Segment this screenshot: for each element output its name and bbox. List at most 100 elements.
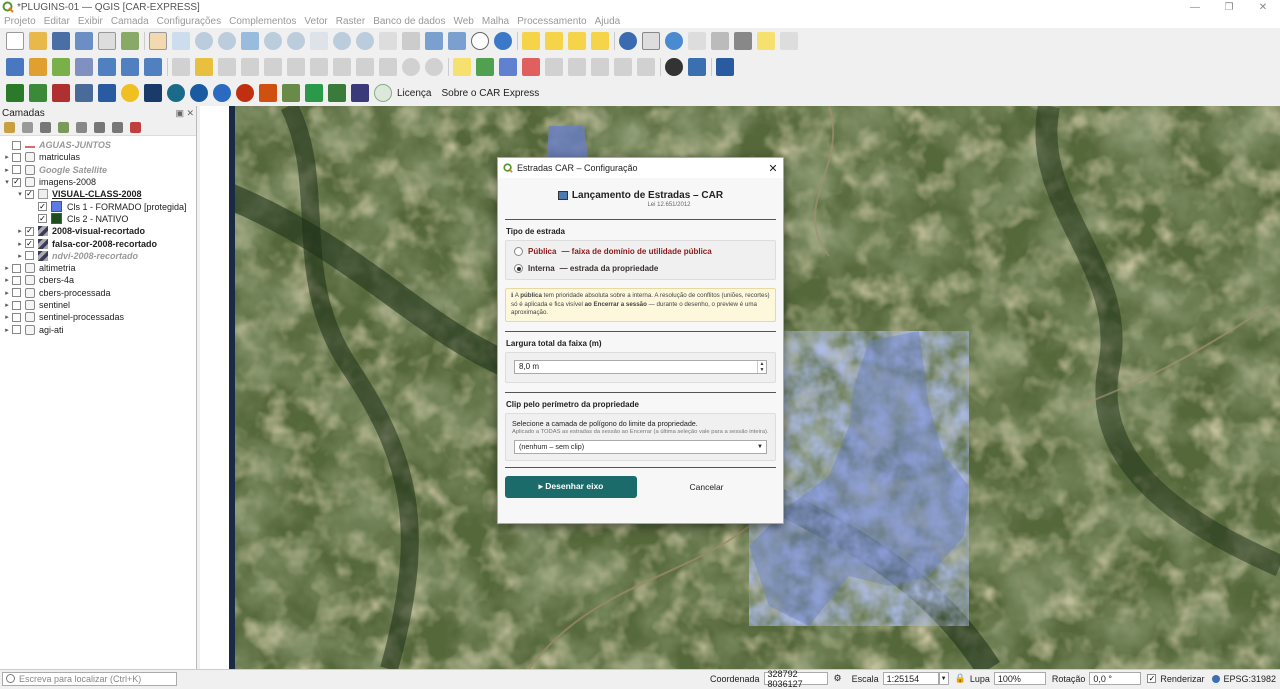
layer-row[interactable]: ▸ sentinel [0,299,196,311]
car-flame-icon[interactable] [259,84,277,102]
new-geopackage-icon[interactable] [29,58,47,76]
label-move-icon[interactable] [545,58,563,76]
save-as-icon[interactable] [75,32,93,50]
menu-configuracoes[interactable]: Configurações [157,16,221,27]
car-fire-icon[interactable] [236,84,254,102]
locate-icon[interactable] [780,32,798,50]
rotation-field[interactable]: 0,0 ° [1089,672,1142,685]
zoom-next-icon[interactable] [356,32,374,50]
menu-vetor[interactable]: Vetor [304,16,327,27]
crs-button[interactable]: EPSG:31982 [1223,674,1276,684]
manage-themes-icon[interactable] [40,122,51,133]
radio-publica-button[interactable] [514,247,523,256]
pan-to-selection-icon[interactable] [172,32,190,50]
expand-arrow-icon[interactable]: ▸ [2,301,12,309]
modify-attributes-icon[interactable] [287,58,305,76]
layer-visibility-checkbox[interactable] [12,300,21,310]
toggle-editing-icon[interactable] [195,58,213,76]
label-change-icon[interactable] [591,58,609,76]
car-forest-icon[interactable] [328,84,346,102]
layer-row[interactable]: ▾ ✓ imagens-2008 [0,176,196,188]
layer-visibility-checkbox[interactable]: ✓ [38,214,47,224]
menu-editar[interactable]: Editar [44,16,70,27]
sobre-car-express-button[interactable]: Sobre o CAR Express [441,88,539,99]
layer-visibility-checkbox[interactable] [12,275,21,285]
layer-visibility-checkbox[interactable] [12,165,21,175]
layer-row[interactable]: ✓ Cls 2 - NATIVO [0,213,196,225]
layer-row[interactable]: ▸ sentinel-processadas [0,311,196,323]
plugin-globe-icon[interactable] [665,58,683,76]
radio-interna-button[interactable] [514,264,523,273]
licenca-button[interactable]: Licença [397,88,431,99]
expand-arrow-icon[interactable]: ▸ [15,227,25,235]
temporal-icon[interactable] [471,32,489,50]
cut-features-icon[interactable] [333,58,351,76]
zoom-full-icon[interactable] [241,32,259,50]
diagram-pin-icon[interactable] [614,58,632,76]
layer-row[interactable]: ▸ cbers-processada [0,287,196,299]
car-map-icon[interactable] [282,84,300,102]
digitize-icon[interactable] [241,58,259,76]
expand-arrow-icon[interactable]: ▾ [15,190,25,198]
vertex-tool-icon[interactable] [264,58,282,76]
clip-layer-select[interactable]: (nenhum – sem clip) ▼ [514,439,767,454]
radio-publica[interactable]: Pública — faixa de domínio de utilidade … [506,243,775,260]
minimize-icon[interactable]: — [1178,2,1212,13]
menu-exibir[interactable]: Exibir [78,16,103,27]
new-project-icon[interactable] [6,32,24,50]
add-raster-icon[interactable] [121,58,139,76]
close-window-icon[interactable]: ✕ [1246,2,1280,13]
current-edits-icon[interactable] [172,58,190,76]
car-leaf-icon[interactable] [29,84,47,102]
car-badge-icon[interactable] [144,84,162,102]
panel-float-close-icon[interactable]: ▣ ✕ [175,108,194,119]
car-q-icon[interactable] [190,84,208,102]
layer-row[interactable]: ▸ altimetria [0,262,196,274]
layer-visibility-checkbox[interactable] [12,152,21,162]
deselect-icon[interactable] [568,32,586,50]
locator-input[interactable]: Escreva para localizar (Ctrl+K) [2,671,177,686]
layer-styling-icon[interactable] [4,122,15,133]
layer-visibility-checkbox[interactable]: ✓ [12,177,21,187]
car-satellite-icon[interactable] [351,84,369,102]
maximize-icon[interactable]: ❐ [1212,2,1246,13]
desenhar-eixo-button[interactable]: ▸ Desenhar eixo [505,475,637,498]
attribute-table-icon[interactable] [642,32,660,50]
zoom-in-icon[interactable] [195,32,213,50]
add-virtual-icon[interactable] [144,58,162,76]
layer-visibility-checkbox[interactable] [12,312,21,322]
pan-hand-icon[interactable] [149,32,167,50]
delete-selected-icon[interactable] [310,58,328,76]
measure-line-icon[interactable] [734,32,752,50]
render-checkbox[interactable]: ✓ [1147,674,1157,683]
car-globe-icon[interactable] [167,84,185,102]
copy-features-icon[interactable] [356,58,374,76]
help-icon[interactable] [716,58,734,76]
radio-interna[interactable]: Interna — estrada da propriedade [506,260,775,277]
layer-visibility-checkbox[interactable] [12,140,21,150]
identify-icon[interactable] [522,32,540,50]
crs-icon[interactable] [1212,674,1221,683]
car-tree-icon[interactable] [305,84,323,102]
expand-arrow-icon[interactable]: ▸ [2,313,12,321]
layer-row[interactable]: ▸ matriculas [0,151,196,163]
menu-ajuda[interactable]: Ajuda [595,16,621,27]
menu-processamento[interactable]: Processamento [517,16,586,27]
expand-arrow-icon[interactable]: ▸ [2,276,12,284]
layer-row[interactable]: ▸ cbers-4a [0,274,196,286]
add-vector-icon[interactable] [98,58,116,76]
lock-icon[interactable]: 🔒 [955,673,966,684]
extents-toggle-icon[interactable]: ⚙ [834,673,842,684]
magnifier-field[interactable]: 100% [993,672,1046,685]
expand-arrow-icon[interactable]: ▸ [15,252,25,260]
paste-features-icon[interactable] [379,58,397,76]
car-express-icon[interactable] [6,84,24,102]
scale-dropdown-icon[interactable]: ▼ [938,672,949,685]
new-map-view-icon[interactable] [379,32,397,50]
print-layout-icon[interactable] [98,32,116,50]
car-circle-icon[interactable] [374,84,392,102]
menu-banco-de-dados[interactable]: Banco de dados [373,16,445,27]
remove-layer-icon[interactable] [130,122,141,133]
layer-visibility-checkbox[interactable] [12,288,21,298]
label-rotate-icon[interactable] [568,58,586,76]
